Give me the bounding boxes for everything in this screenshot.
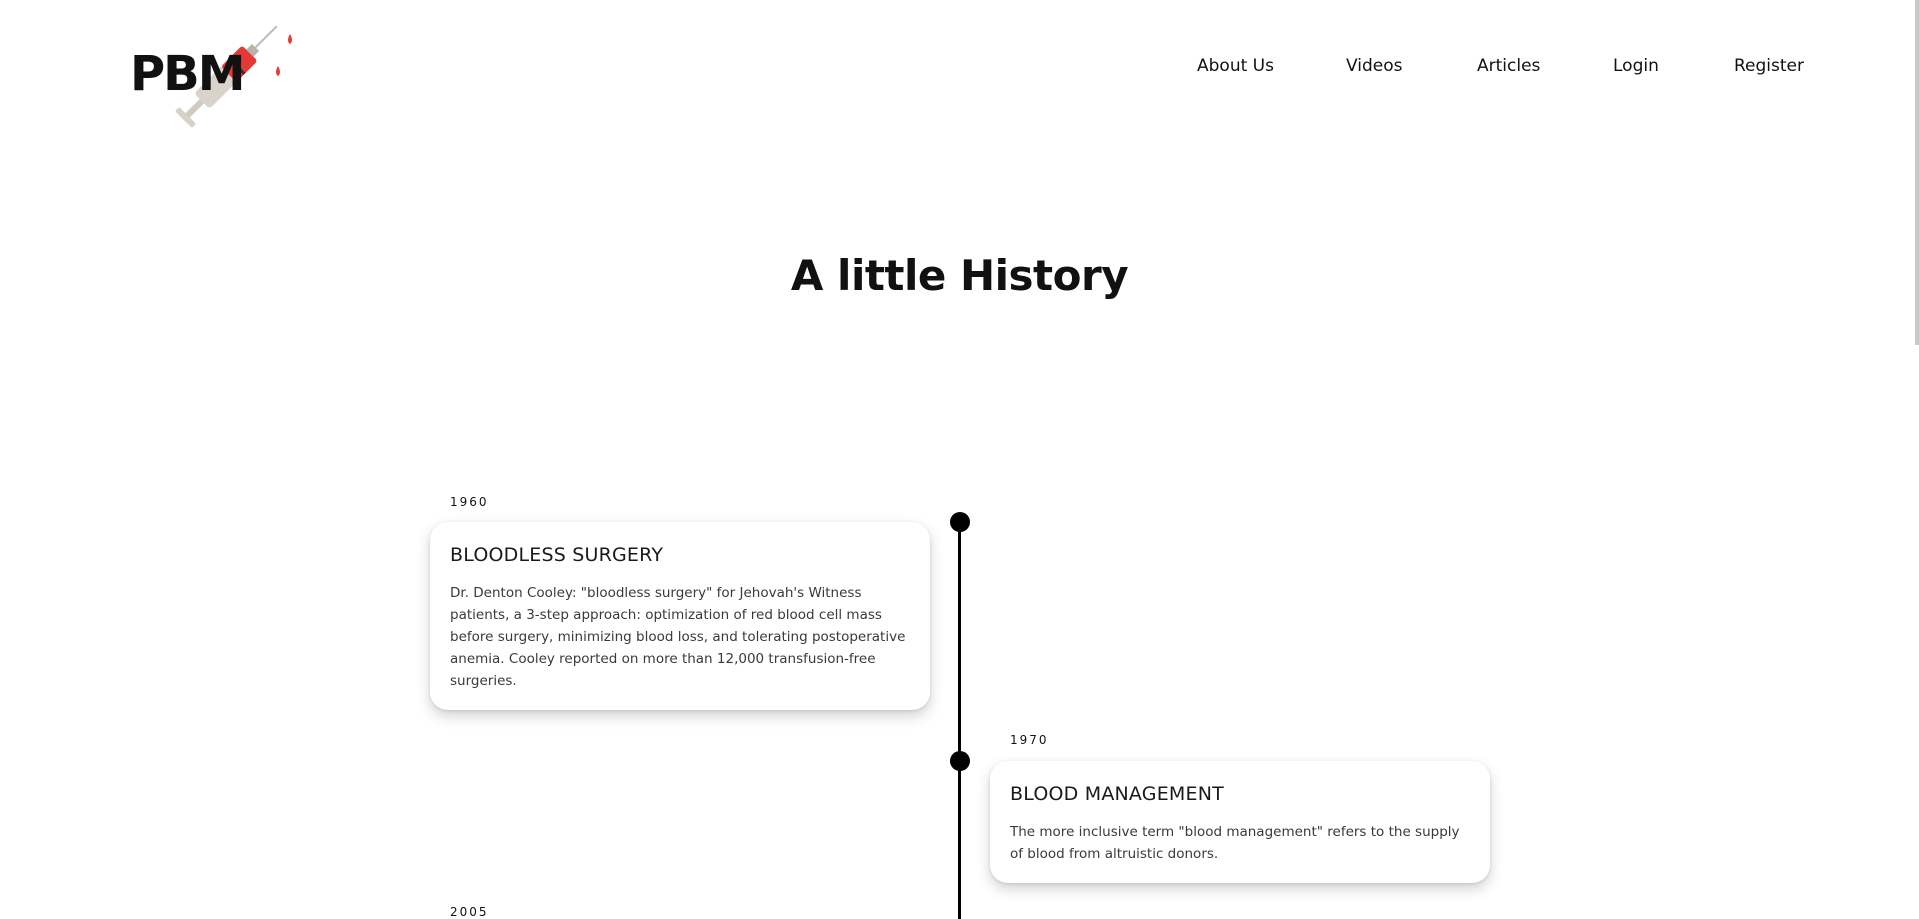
timeline-dot [950,751,970,771]
page-title: A little History [790,251,1129,300]
nav-articles[interactable]: Articles [1477,56,1540,76]
timeline-line [958,522,961,919]
timeline-dot [950,512,970,532]
logo-text: PBM [130,46,246,102]
nav-videos[interactable]: Videos [1346,56,1403,76]
timeline-year: 2005 [450,905,489,919]
card-text: Dr. Denton Cooley: "bloodless surgery" f… [450,585,906,689]
page: PBM About Us Videos Articles Login Regis… [0,0,1919,919]
timeline-year: 1970 [1010,733,1049,747]
timeline-card: BLOODLESS SURGERY Dr. Denton Cooley: "bl… [430,522,930,710]
card-text: The more inclusive term "blood managemen… [1010,824,1460,862]
nav-register[interactable]: Register [1734,56,1804,76]
card-title: BLOOD MANAGEMENT [1010,783,1224,805]
card-title: BLOODLESS SURGERY [450,544,664,566]
timeline-year: 1960 [450,495,489,509]
nav-about-us[interactable]: About Us [1197,56,1274,76]
nav-login[interactable]: Login [1613,56,1659,76]
brand-logo[interactable]: PBM [128,12,298,132]
scrollbar[interactable] [1915,0,1919,345]
timeline-card: BLOOD MANAGEMENT The more inclusive term… [990,761,1490,883]
